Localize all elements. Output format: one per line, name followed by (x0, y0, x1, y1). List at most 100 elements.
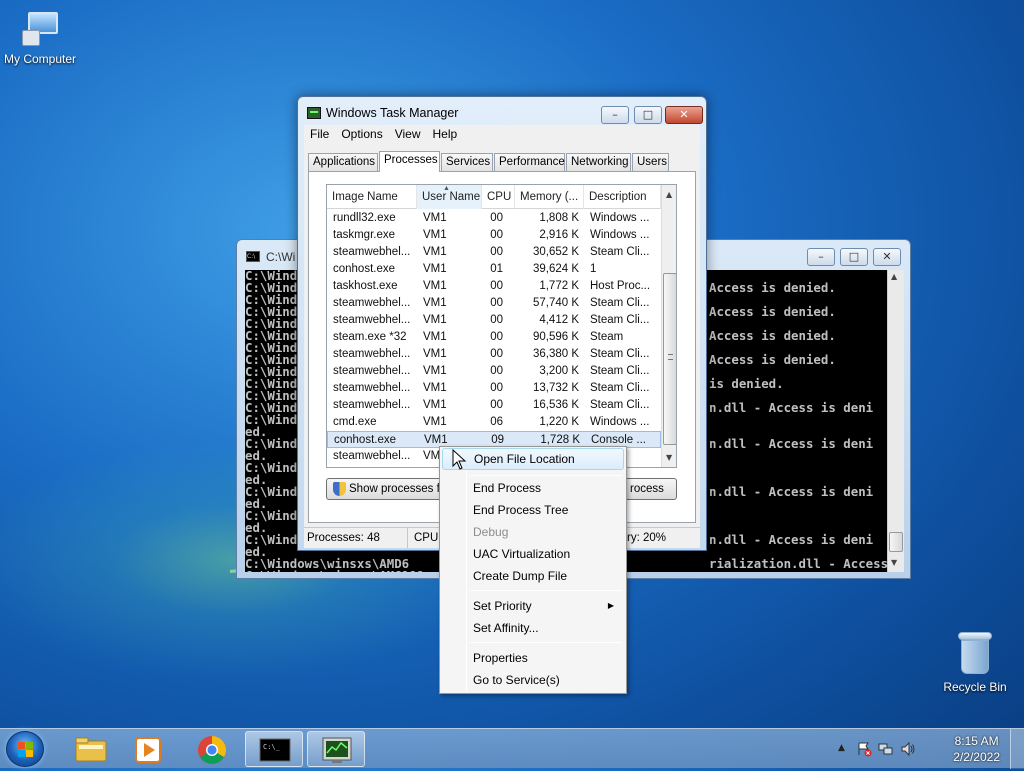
process-row[interactable]: steamwebhel... VM1 00 30,652 K Steam Cli... (327, 244, 661, 261)
taskbar-task-manager-button[interactable] (307, 731, 365, 767)
menu-item-end-process-tree[interactable]: End Process Tree (442, 499, 624, 521)
menu-separator (470, 590, 622, 591)
menu-help[interactable]: Help (427, 125, 464, 141)
console-scroll-thumb[interactable] (889, 532, 903, 552)
minimize-button[interactable]: – (601, 106, 629, 124)
menu-bar: File Options View Help (304, 125, 700, 145)
menu-file[interactable]: File (304, 125, 335, 141)
process-cell-desc: Steam Cli... (590, 399, 650, 411)
menu-item-set-affinity[interactable]: Set Affinity... (442, 617, 624, 639)
maximize-button[interactable]: □ (840, 248, 868, 266)
column-memory[interactable]: Memory (... (515, 185, 584, 209)
process-row[interactable]: steamwebhel... VM1 00 36,380 K Steam Cli... (327, 346, 661, 363)
column-cpu[interactable]: CPU (482, 185, 515, 209)
process-row[interactable]: steam.exe *32 VM1 00 90,596 K Steam (327, 329, 661, 346)
process-cell-cpu: 00 (490, 297, 503, 309)
scroll-down-icon[interactable]: ▼ (666, 453, 672, 462)
process-cell-user: VM1 (423, 331, 447, 343)
tab-applications[interactable]: Applications (308, 153, 378, 171)
network-icon[interactable] (878, 741, 894, 760)
desktop-icon-my-computer[interactable]: My Computer (0, 10, 80, 66)
recycle-bin-icon (958, 632, 992, 676)
process-scroll-thumb[interactable] (663, 273, 676, 445)
start-button[interactable] (6, 731, 44, 767)
process-row[interactable]: conhost.exe VM1 01 39,624 K 1 (327, 261, 661, 278)
show-all-processes-button[interactable]: Show processes f (326, 478, 446, 500)
menu-item-end-process[interactable]: End Process (442, 477, 624, 499)
tab-networking[interactable]: Networking (566, 153, 631, 171)
menu-item-open-file-location[interactable]: Open File Location (442, 448, 624, 470)
taskbar: C:\_ ▲ 8:15 AM 2/2/2022 (0, 728, 1024, 769)
uac-shield-icon (333, 482, 346, 496)
taskbar-cmd-button[interactable]: C:\_ (245, 731, 303, 767)
taskbar-chrome-button[interactable] (183, 731, 241, 767)
menu-item-create-dump-file[interactable]: Create Dump File (442, 565, 624, 587)
system-tray: ▲ 8:15 AM 2/2/2022 (834, 729, 1024, 769)
process-cell-mem: 4,412 K (539, 314, 579, 326)
process-cell-mem: 2,916 K (539, 229, 579, 241)
process-row[interactable]: steamwebhel... VM1 00 16,536 K Steam Cli... (327, 397, 661, 414)
minimize-button[interactable]: – (807, 248, 835, 266)
show-hidden-icons-icon[interactable]: ▲ (838, 743, 845, 753)
process-row[interactable]: taskhost.exe VM1 00 1,772 K Host Proc... (327, 278, 661, 295)
column-user-name[interactable]: ▲ User Name (417, 185, 482, 209)
process-cell-desc: Steam Cli... (590, 297, 650, 309)
process-cell-cpu: 00 (490, 229, 503, 241)
menu-item-uac-virtualization[interactable]: UAC Virtualization (442, 543, 624, 565)
process-list-scrollbar[interactable]: ▲ ▼ (661, 185, 676, 467)
console-scrollbar[interactable]: ▲ ▼ (887, 270, 904, 572)
taskbar-media-player-button[interactable] (120, 731, 178, 767)
menu-view[interactable]: View (389, 125, 427, 141)
column-image-name[interactable]: Image Name (327, 185, 417, 209)
menu-item-set-priority[interactable]: Set Priority ▶ (442, 595, 624, 617)
tab-processes[interactable]: Processes (379, 151, 440, 172)
clock[interactable]: 8:15 AM 2/2/2022 (953, 733, 1000, 765)
scroll-up-icon[interactable]: ▲ (666, 190, 672, 199)
menu-separator (470, 475, 622, 476)
desktop-icon-recycle-bin[interactable]: Recycle Bin (935, 632, 1015, 694)
task-manager-titlebar[interactable]: Windows Task Manager – □ ✕ (298, 97, 706, 127)
process-cell-mem: 30,652 K (532, 246, 579, 258)
process-row[interactable]: steamwebhel... VM1 00 13,732 K Steam Cli... (327, 380, 661, 397)
close-button[interactable]: ✕ (873, 248, 901, 266)
process-row[interactable]: steamwebhel... VM1 00 4,412 K Steam Cli... (327, 312, 661, 329)
process-cell-user: VM1 (423, 348, 447, 360)
show-desktop-button[interactable] (1010, 729, 1024, 769)
maximize-button[interactable]: □ (634, 106, 662, 124)
process-cell-name: conhost.exe (334, 434, 397, 446)
tab-performance[interactable]: Performance (494, 153, 565, 171)
process-cell-user: VM1 (423, 263, 447, 275)
process-cell-user: VM1 (423, 314, 447, 326)
close-button[interactable]: ✕ (665, 106, 703, 124)
process-list[interactable]: Image Name ▲ User Name CPU Memory (... De… (326, 184, 677, 468)
column-description[interactable]: Description (584, 185, 661, 209)
task-manager-icon (322, 737, 352, 763)
scroll-down-icon[interactable]: ▼ (891, 558, 897, 567)
volume-icon[interactable] (900, 741, 916, 760)
process-cell-name: steamwebhel... (333, 348, 411, 360)
mouse-cursor-icon (452, 449, 467, 470)
process-cell-user: VM1 (423, 246, 447, 258)
scroll-up-icon[interactable]: ▲ (891, 272, 897, 281)
menu-item-properties[interactable]: Properties (442, 647, 624, 669)
console-line: rialization.dll - Access is deni (709, 556, 887, 571)
taskbar-explorer-button[interactable] (62, 731, 120, 767)
menu-item-go-to-services[interactable]: Go to Service(s) (442, 669, 624, 691)
tab-users[interactable]: Users (632, 153, 669, 171)
menu-options[interactable]: Options (335, 125, 388, 141)
tab-services[interactable]: Services (441, 153, 493, 171)
process-row[interactable]: rundll32.exe VM1 00 1,808 K Windows ... (327, 210, 661, 227)
process-cell-cpu: 00 (490, 399, 503, 411)
process-row[interactable]: cmd.exe VM1 06 1,220 K Windows ... (327, 414, 661, 431)
process-row[interactable]: steamwebhel... VM1 00 3,200 K Steam Cli... (327, 363, 661, 380)
desktop-icon-label: My Computer (3, 52, 77, 66)
menu-separator (470, 642, 622, 643)
process-cell-mem: 13,732 K (532, 382, 579, 394)
process-row[interactable]: steamwebhel... VM1 00 57,740 K Steam Cli... (327, 295, 661, 312)
process-context-menu: Open File Location End Process End Proce… (439, 446, 627, 694)
process-row[interactable]: taskmgr.exe VM1 00 2,916 K Windows ... (327, 227, 661, 244)
console-line: Access is denied. (709, 304, 836, 319)
action-center-icon[interactable] (856, 741, 872, 760)
